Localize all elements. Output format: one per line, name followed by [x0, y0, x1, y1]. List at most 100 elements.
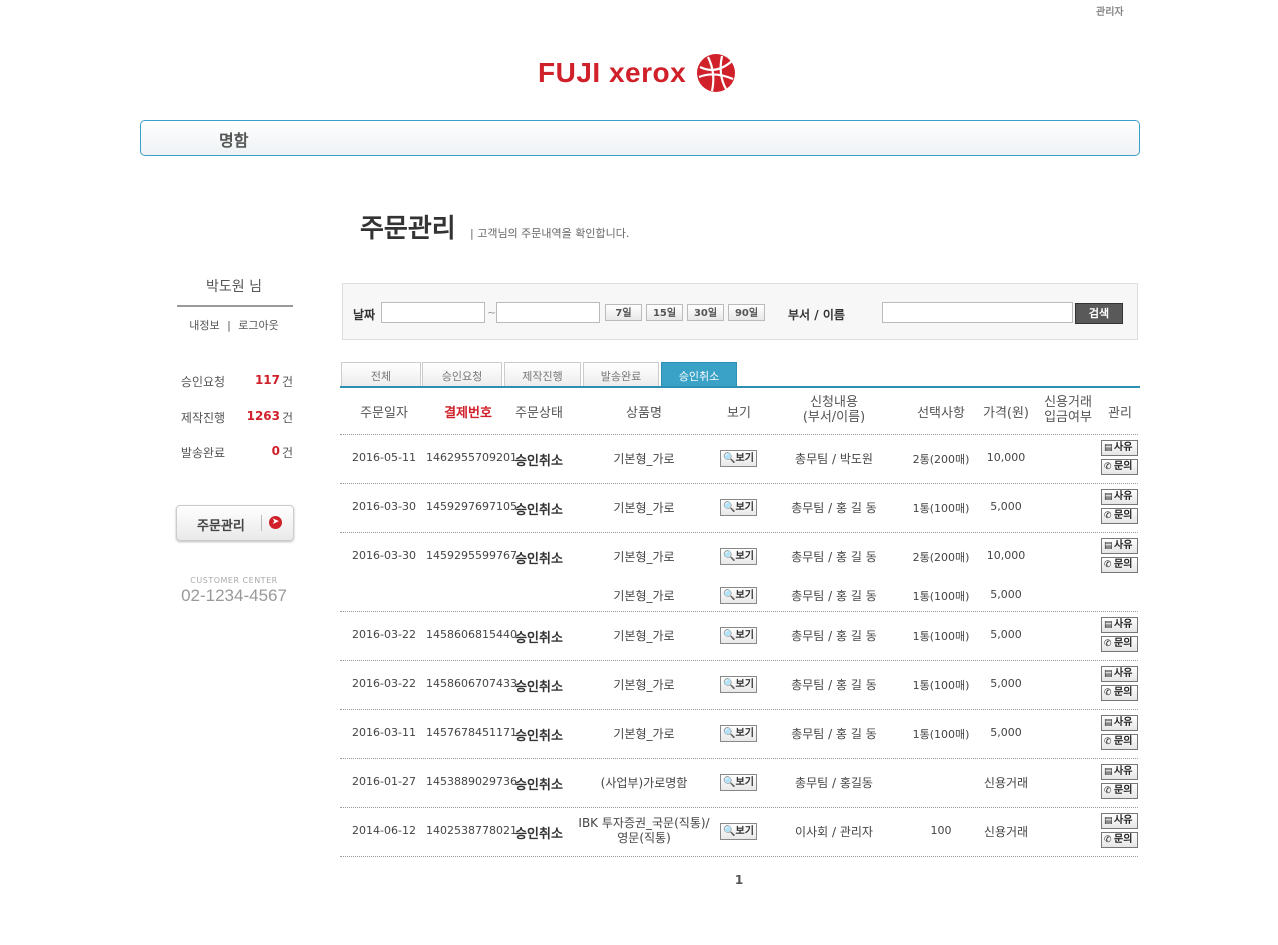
magnifier-icon: 🔍 [723, 679, 736, 690]
view-button[interactable]: 🔍보기 [720, 725, 757, 742]
fuji-xerox-logo[interactable]: FUJI xerox [538, 53, 736, 93]
view-button-label: 보기 [735, 728, 754, 739]
reason-button-label: 사유 [1114, 442, 1133, 453]
product-name: 기본형_가로 [613, 629, 675, 643]
dept-name: 총무팀 / 홍 길 동 [791, 727, 877, 741]
product-name-line2: 영문(직통) [617, 831, 671, 845]
order-status: 승인취소 [515, 503, 563, 518]
inquiry-button[interactable]: ✆ 문의 [1101, 783, 1138, 799]
reason-button-label: 사유 [1114, 717, 1133, 728]
row-divider [340, 532, 1138, 533]
order-status: 승인취소 [515, 552, 563, 567]
dept-name: 총무팀 / 홍 길 동 [791, 589, 877, 603]
divider [261, 515, 262, 531]
my-info-link[interactable]: 내정보 [189, 319, 219, 332]
inquiry-button-label: 문의 [1114, 834, 1133, 845]
reason-button[interactable]: ▤ 사유 [1101, 764, 1138, 780]
inquiry-button[interactable]: ✆ 문의 [1101, 557, 1138, 573]
search-button[interactable]: 검색 [1075, 303, 1123, 324]
stat-count: 1263 [246, 409, 280, 423]
reason-button[interactable]: ▤ 사유 [1101, 666, 1138, 682]
col-header-option: 선택사항 [917, 406, 965, 421]
document-icon: ▤ [1104, 541, 1113, 551]
inquiry-button[interactable]: ✆ 문의 [1101, 685, 1138, 701]
inquiry-button[interactable]: ✆ 문의 [1101, 832, 1138, 848]
reason-button[interactable]: ▤ 사유 [1101, 715, 1138, 731]
user-name: 박도원 님 [206, 279, 262, 295]
payment-number: 1453889029736 [426, 775, 517, 788]
inquiry-button[interactable]: ✆ 문의 [1101, 734, 1138, 750]
product-name: (사업부)가로명함 [600, 776, 688, 790]
row-divider [340, 807, 1138, 808]
dept-name: 총무팀 / 홍 길 동 [791, 550, 877, 564]
reason-button[interactable]: ▤ 사유 [1101, 617, 1138, 633]
order-status: 승인취소 [515, 778, 563, 793]
view-button[interactable]: 🔍보기 [720, 823, 757, 840]
reason-button[interactable]: ▤ 사유 [1101, 440, 1138, 456]
dept-name: 총무팀 / 홍길동 [795, 776, 873, 790]
row-divider [340, 709, 1138, 710]
phone-icon: ✆ [1104, 737, 1112, 747]
date-separator: ~ [487, 306, 497, 319]
tab-in-production[interactable]: 제작진행 [504, 362, 581, 387]
inquiry-button[interactable]: ✆ 문의 [1101, 508, 1138, 524]
order-date: 2016-03-30 [352, 549, 416, 562]
row-divider [340, 483, 1138, 484]
col-header-credit-line2: 입금여부 [1044, 410, 1092, 425]
stat-label: 승인요청 [180, 375, 226, 389]
reason-button[interactable]: ▤ 사유 [1101, 813, 1138, 829]
view-button[interactable]: 🔍보기 [720, 499, 757, 516]
pagination-page-1[interactable]: 1 [730, 873, 748, 887]
reason-button[interactable]: ▤ 사유 [1101, 489, 1138, 505]
option-value: 1통(100매) [912, 679, 970, 692]
payment-number: 1459295599767 [426, 549, 517, 562]
col-header-request-line1: 신청내용 [810, 395, 858, 410]
inquiry-button-label: 문의 [1114, 687, 1133, 698]
col-header-request-line2: (부서/이름) [802, 410, 866, 425]
payment-number: 1458606815440 [426, 628, 517, 641]
days-30-button[interactable]: 30일 [687, 304, 724, 321]
stat-count: 117 [254, 373, 280, 387]
col-header-date: 주문일자 [360, 406, 408, 421]
inquiry-button-label: 문의 [1114, 461, 1133, 472]
days-15-button[interactable]: 15일 [646, 304, 683, 321]
admin-link[interactable]: 관리자 [1096, 3, 1124, 18]
phone-icon: ✆ [1104, 462, 1112, 472]
price-value: 신용거래 [983, 776, 1029, 790]
user-links: 내정보 | 로그아웃 [176, 317, 292, 333]
reason-button-label: 사유 [1114, 540, 1133, 551]
dept-name-input[interactable] [882, 302, 1073, 323]
product-name: 기본형_가로 [613, 550, 675, 564]
tab-approval-request[interactable]: 승인요청 [422, 362, 502, 387]
col-header-price: 가격(원) [982, 406, 1030, 421]
view-button-label: 보기 [735, 630, 754, 641]
date-from-input[interactable] [381, 302, 485, 323]
link-divider: | [227, 319, 231, 332]
payment-number: 1462955709201 [426, 451, 517, 464]
view-button[interactable]: 🔍보기 [720, 676, 757, 693]
customer-center-phone: 02-1234-4567 [181, 586, 287, 605]
days-90-button[interactable]: 90일 [728, 304, 765, 321]
view-button-label: 보기 [735, 590, 754, 601]
view-button[interactable]: 🔍보기 [720, 587, 757, 604]
reason-button[interactable]: ▤ 사유 [1101, 538, 1138, 554]
logout-link[interactable]: 로그아웃 [238, 319, 278, 332]
tab-approval-cancelled[interactable]: 승인취소 [661, 362, 737, 387]
view-button[interactable]: 🔍보기 [720, 774, 757, 791]
category-label[interactable]: 명함 [219, 127, 248, 151]
view-button[interactable]: 🔍보기 [720, 548, 757, 565]
price-value: 10,000 [986, 549, 1026, 562]
status-tabs: 전체 승인요청 제작진행 발송완료 승인취소 [341, 362, 1140, 388]
dept-name-label: 부서 / 이름 [788, 308, 845, 322]
magnifier-icon: 🔍 [723, 551, 736, 562]
inquiry-button[interactable]: ✆ 문의 [1101, 459, 1138, 475]
view-button[interactable]: 🔍보기 [720, 450, 757, 467]
tab-shipped[interactable]: 발송완료 [583, 362, 659, 387]
col-header-manage: 관리 [1108, 406, 1132, 421]
tab-all[interactable]: 전체 [341, 362, 421, 387]
order-management-button[interactable]: 주문관리 ➤ [176, 505, 294, 541]
date-to-input[interactable] [496, 302, 600, 323]
inquiry-button[interactable]: ✆ 문의 [1101, 636, 1138, 652]
view-button[interactable]: 🔍보기 [720, 627, 757, 644]
days-7-button[interactable]: 7일 [605, 304, 642, 321]
